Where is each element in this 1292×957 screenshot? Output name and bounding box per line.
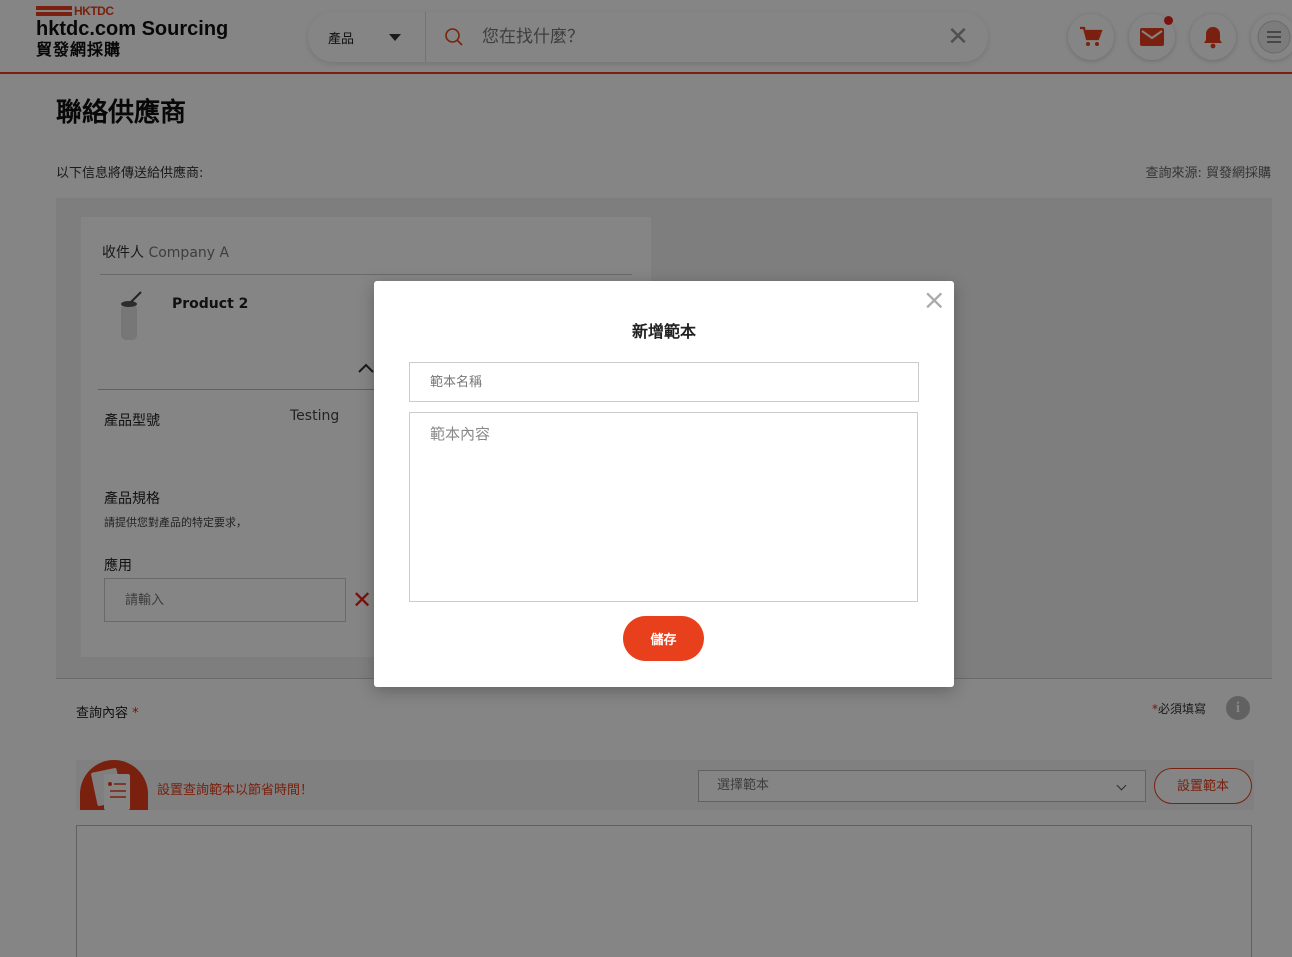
close-icon[interactable]: × — [923, 285, 946, 315]
modal-title: 新增範本 — [631, 322, 696, 341]
template-name-input[interactable] — [409, 362, 919, 402]
save-button[interactable]: 儲存 — [623, 616, 704, 661]
add-template-modal: × 新增範本 儲存 — [374, 281, 954, 687]
template-content-input[interactable] — [409, 412, 918, 602]
